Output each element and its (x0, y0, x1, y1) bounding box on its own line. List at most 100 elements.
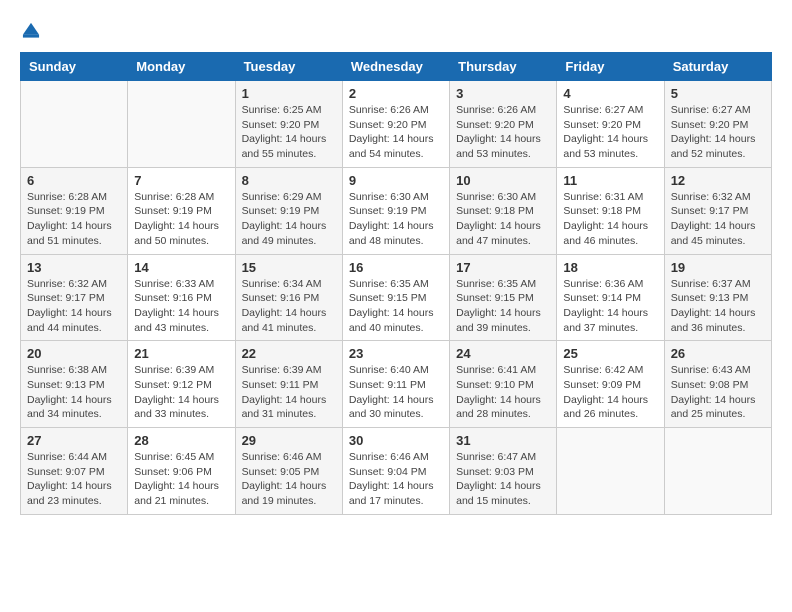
day-number: 17 (456, 260, 550, 275)
week-row: 1Sunrise: 6:25 AMSunset: 9:20 PMDaylight… (21, 81, 772, 168)
calendar-cell: 24 Sunrise: 6:41 AMSunset: 9:10 PMDayligh… (450, 341, 557, 428)
daylight-text: Daylight: 14 hours and 28 minutes. (456, 393, 550, 422)
day-info: Sunrise: 6:28 AMSunset: 9:19 PMDaylight:… (134, 190, 228, 249)
day-info: Sunrise: 6:43 AMSunset: 9:08 PMDaylight:… (671, 363, 765, 422)
day-number: 9 (349, 173, 443, 188)
calendar-cell: 15Sunrise: 6:34 AMSunset: 9:16 PMDayligh… (235, 254, 342, 341)
calendar-cell (664, 428, 771, 515)
daylight-text: Daylight: 14 hours and 43 minutes. (134, 306, 228, 335)
sunset-text: Sunset: 9:13 PM (671, 291, 765, 306)
day-info: Sunrise: 6:28 AMSunset: 9:19 PMDaylight:… (27, 190, 121, 249)
day-info: Sunrise: 6:35 AMSunset: 9:15 PMDaylight:… (456, 277, 550, 336)
week-row: 20Sunrise: 6:38 AMSunset: 9:13 PMDayligh… (21, 341, 772, 428)
daylight-text: Daylight: 14 hours and 31 minutes. (242, 393, 336, 422)
sunrise-text: Sunrise: 6:27 AM (671, 103, 765, 118)
day-info: Sunrise: 6:27 AMSunset: 9:20 PMDaylight:… (671, 103, 765, 162)
col-header-sunday: Sunday (21, 53, 128, 81)
calendar-cell: 28Sunrise: 6:45 AMSunset: 9:06 PMDayligh… (128, 428, 235, 515)
sunrise-text: Sunrise: 6:38 AM (27, 363, 121, 378)
calendar-cell: 1Sunrise: 6:25 AMSunset: 9:20 PMDaylight… (235, 81, 342, 168)
day-info: Sunrise: 6:32 AMSunset: 9:17 PMDaylight:… (27, 277, 121, 336)
day-info: Sunrise: 6:37 AMSunset: 9:13 PMDaylight:… (671, 277, 765, 336)
calendar-cell: 6 Sunrise: 6:28 AMSunset: 9:19 PMDaylight… (21, 167, 128, 254)
sunrise-text: Sunrise: 6:41 AM (456, 363, 550, 378)
day-number: 23 (349, 346, 443, 361)
sunset-text: Sunset: 9:11 PM (349, 378, 443, 393)
col-header-saturday: Saturday (664, 53, 771, 81)
day-info: Sunrise: 6:41 AMSunset: 9:10 PMDaylight:… (456, 363, 550, 422)
sunset-text: Sunset: 9:19 PM (349, 204, 443, 219)
sunset-text: Sunset: 9:08 PM (671, 378, 765, 393)
day-info: Sunrise: 6:46 AMSunset: 9:05 PMDaylight:… (242, 450, 336, 509)
day-number: 27 (27, 433, 121, 448)
sunrise-text: Sunrise: 6:36 AM (563, 277, 657, 292)
daylight-text: Daylight: 14 hours and 19 minutes. (242, 479, 336, 508)
calendar-cell: 27Sunrise: 6:44 AMSunset: 9:07 PMDayligh… (21, 428, 128, 515)
day-info: Sunrise: 6:46 AMSunset: 9:04 PMDaylight:… (349, 450, 443, 509)
sunset-text: Sunset: 9:07 PM (27, 465, 121, 480)
day-number: 7 (134, 173, 228, 188)
day-number: 19 (671, 260, 765, 275)
calendar-cell: 31Sunrise: 6:47 AMSunset: 9:03 PMDayligh… (450, 428, 557, 515)
sunset-text: Sunset: 9:20 PM (242, 118, 336, 133)
sunrise-text: Sunrise: 6:33 AM (134, 277, 228, 292)
col-header-monday: Monday (128, 53, 235, 81)
sunrise-text: Sunrise: 6:46 AM (242, 450, 336, 465)
day-number: 11 (563, 173, 657, 188)
day-number: 1 (242, 86, 336, 101)
calendar-cell: 30Sunrise: 6:46 AMSunset: 9:04 PMDayligh… (342, 428, 449, 515)
daylight-text: Daylight: 14 hours and 54 minutes. (349, 132, 443, 161)
day-number: 16 (349, 260, 443, 275)
day-number: 8 (242, 173, 336, 188)
sunrise-text: Sunrise: 6:29 AM (242, 190, 336, 205)
daylight-text: Daylight: 14 hours and 44 minutes. (27, 306, 121, 335)
calendar-cell: 18Sunrise: 6:36 AMSunset: 9:14 PMDayligh… (557, 254, 664, 341)
daylight-text: Daylight: 14 hours and 37 minutes. (563, 306, 657, 335)
daylight-text: Daylight: 14 hours and 34 minutes. (27, 393, 121, 422)
calendar-cell (21, 81, 128, 168)
logo (20, 20, 46, 42)
sunrise-text: Sunrise: 6:47 AM (456, 450, 550, 465)
calendar-cell: 17 Sunrise: 6:35 AMSunset: 9:15 PMDayligh… (450, 254, 557, 341)
day-number: 15 (242, 260, 336, 275)
day-info: Sunrise: 6:27 AMSunset: 9:20 PMDaylight:… (563, 103, 657, 162)
day-number: 24 (456, 346, 550, 361)
col-header-friday: Friday (557, 53, 664, 81)
day-number: 18 (563, 260, 657, 275)
day-info: Sunrise: 6:38 AMSunset: 9:13 PMDaylight:… (27, 363, 121, 422)
calendar-cell (557, 428, 664, 515)
sunset-text: Sunset: 9:10 PM (456, 378, 550, 393)
calendar-cell: 16Sunrise: 6:35 AMSunset: 9:15 PMDayligh… (342, 254, 449, 341)
day-number: 28 (134, 433, 228, 448)
daylight-text: Daylight: 14 hours and 26 minutes. (563, 393, 657, 422)
daylight-text: Daylight: 14 hours and 25 minutes. (671, 393, 765, 422)
calendar-cell: 21Sunrise: 6:39 AMSunset: 9:12 PMDayligh… (128, 341, 235, 428)
sunset-text: Sunset: 9:04 PM (349, 465, 443, 480)
calendar-cell: 10Sunrise: 6:30 AMSunset: 9:18 PMDayligh… (450, 167, 557, 254)
day-number: 12 (671, 173, 765, 188)
calendar-cell: 26Sunrise: 6:43 AMSunset: 9:08 PMDayligh… (664, 341, 771, 428)
daylight-text: Daylight: 14 hours and 46 minutes. (563, 219, 657, 248)
sunrise-text: Sunrise: 6:32 AM (671, 190, 765, 205)
calendar-cell: 19 Sunrise: 6:37 AMSunset: 9:13 PMDayligh… (664, 254, 771, 341)
day-number: 22 (242, 346, 336, 361)
daylight-text: Daylight: 14 hours and 21 minutes. (134, 479, 228, 508)
day-number: 29 (242, 433, 336, 448)
sunset-text: Sunset: 9:15 PM (349, 291, 443, 306)
day-number: 10 (456, 173, 550, 188)
daylight-text: Daylight: 14 hours and 45 minutes. (671, 219, 765, 248)
sunrise-text: Sunrise: 6:30 AM (349, 190, 443, 205)
sunset-text: Sunset: 9:13 PM (27, 378, 121, 393)
daylight-text: Daylight: 14 hours and 33 minutes. (134, 393, 228, 422)
day-number: 6 (27, 173, 121, 188)
day-number: 2 (349, 86, 443, 101)
sunrise-text: Sunrise: 6:28 AM (27, 190, 121, 205)
sunset-text: Sunset: 9:17 PM (671, 204, 765, 219)
page-header (20, 20, 772, 42)
sunset-text: Sunset: 9:09 PM (563, 378, 657, 393)
sunset-text: Sunset: 9:20 PM (671, 118, 765, 133)
daylight-text: Daylight: 14 hours and 17 minutes. (349, 479, 443, 508)
daylight-text: Daylight: 14 hours and 40 minutes. (349, 306, 443, 335)
sunset-text: Sunset: 9:11 PM (242, 378, 336, 393)
day-info: Sunrise: 6:47 AMSunset: 9:03 PMDaylight:… (456, 450, 550, 509)
